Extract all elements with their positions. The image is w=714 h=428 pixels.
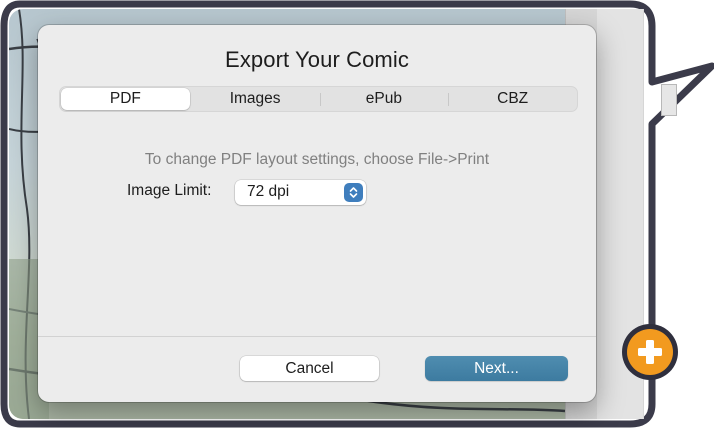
tab-pdf[interactable]: PDF [61,88,190,110]
add-button-circle [627,329,673,375]
side-panel-handle [661,84,677,116]
export-format-tabs: PDF Images ePub CBZ [59,86,578,112]
dialog-title: Export Your Comic [225,47,409,72]
tab-cbz[interactable]: CBZ [448,87,577,111]
tab-epub[interactable]: ePub [319,87,449,111]
image-limit-popup[interactable]: 72 dpi [235,180,366,205]
footer-divider [38,336,596,337]
image-limit-value: 72 dpi [247,183,290,200]
next-button[interactable]: Next... [425,356,568,381]
cancel-button[interactable]: Cancel [240,356,379,381]
plus-icon [638,340,662,364]
pdf-settings-hint: To change PDF layout settings, choose Fi… [144,151,490,168]
chevron-up-down-icon [344,183,363,202]
image-limit-label: Image Limit: [127,182,212,199]
export-dialog: Export Your Comic PDF Images ePub CBZ To… [38,25,596,402]
tab-images[interactable]: Images [191,87,320,111]
add-button[interactable] [622,324,678,380]
